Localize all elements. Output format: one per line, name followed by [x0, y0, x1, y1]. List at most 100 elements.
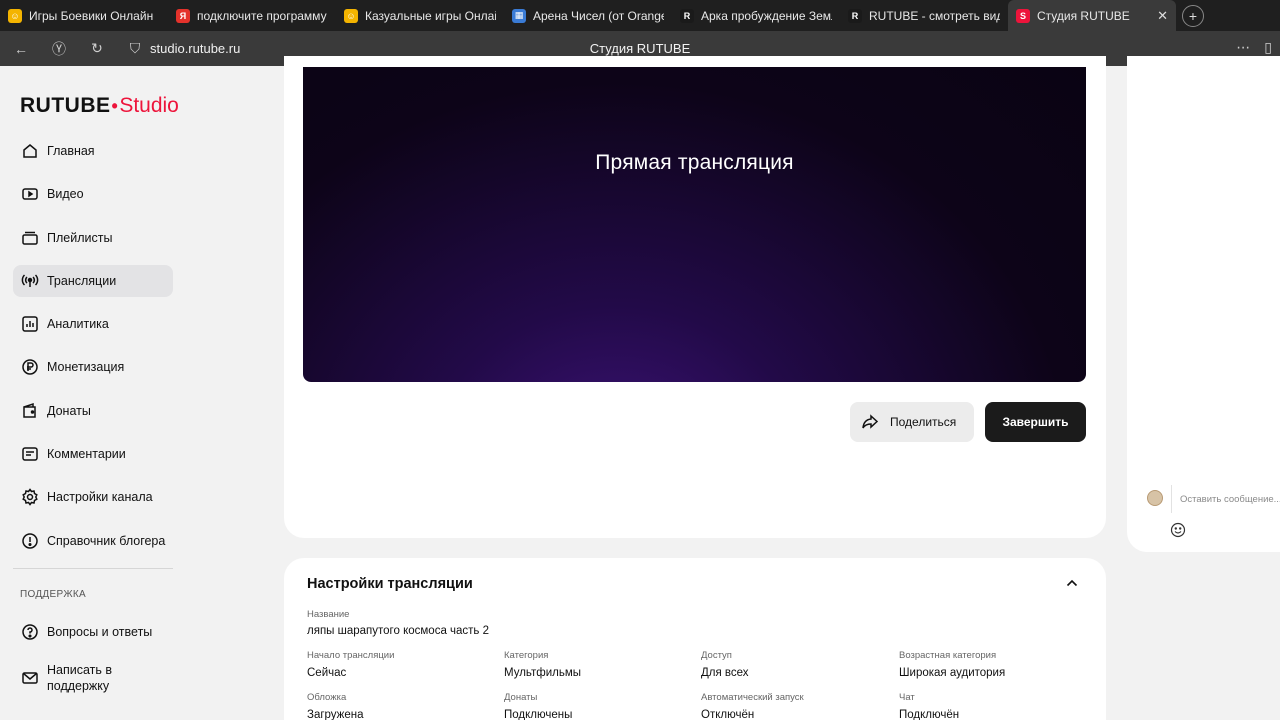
settings-title: Настройки трансляции	[307, 576, 473, 592]
browser-tab-bar: ☺ Игры Боевики Онлайн Я подключите прогр…	[0, 0, 1280, 31]
tab-label: RUTUBE - смотреть видео	[869, 8, 1000, 23]
url-field[interactable]: studio.rutube.ru	[150, 41, 240, 56]
share-label: Поделиться	[890, 415, 957, 429]
end-broadcast-button[interactable]: Завершить	[985, 402, 1086, 442]
tab-favicon-icon: ☺	[344, 8, 358, 23]
settings-field: Возрастная категория Широкая аудитория	[899, 650, 1005, 680]
sidebar-item-playlists[interactable]: Плейлисты	[13, 222, 173, 254]
settings-field: Доступ Для всех	[701, 650, 749, 680]
settings-field: Донаты Подключены	[504, 692, 572, 720]
tab-label: Казуальные игры Онлай	[365, 8, 496, 23]
settings-field: Начало трансляции Сейчас	[307, 650, 394, 680]
gear-icon	[21, 488, 39, 507]
field-label: Название	[307, 609, 350, 620]
browser-tab[interactable]: R Арка пробуждение Земл	[672, 0, 840, 31]
field-label: Доступ	[701, 650, 732, 661]
back-icon[interactable]: ←	[12, 41, 30, 57]
tab-favicon-icon: R	[848, 8, 862, 23]
mail-icon	[21, 669, 39, 687]
logo[interactable]: RUTUBE • Studio	[20, 94, 179, 118]
support-section-label: ПОДДЕРЖКА	[20, 588, 86, 600]
sidebar-item-donations[interactable]: Донаты	[13, 395, 173, 427]
field-value: ляпы шарапутого космоса часть 2	[307, 625, 490, 637]
sidebar-item-analytics[interactable]: Аналитика	[13, 308, 173, 340]
sidebar-item-home[interactable]: Главная	[13, 135, 173, 167]
comments-icon	[21, 445, 39, 463]
tab-favicon-icon: Я	[176, 8, 190, 23]
logo-suffix: Studio	[119, 94, 179, 117]
sidebar-divider	[13, 567, 173, 569]
new-tab-icon[interactable]: +	[1182, 4, 1204, 27]
sidebar-item-label: Трансляции	[47, 273, 117, 288]
tab-label: Арена Чисел (от Orange F	[533, 8, 664, 23]
settings-field: Категория Мультфильмы	[504, 650, 581, 680]
wallet-icon	[21, 402, 39, 420]
browser-tab[interactable]: R RUTUBE - смотреть видео	[840, 0, 1008, 31]
sidebar-item-blogger-guide[interactable]: Справочник блогера	[13, 525, 173, 557]
broadcast-icon	[21, 272, 39, 290]
sidebar-item-broadcasts[interactable]: Трансляции	[13, 264, 173, 297]
reload-icon[interactable]: ↻	[88, 40, 106, 57]
chat-message-input[interactable]: Оставить сообщение...	[1171, 485, 1280, 513]
sidebar-item-label: Монетизация	[47, 360, 125, 375]
browser-tab-active[interactable]: S Студия RUTUBE ✕	[1008, 0, 1176, 31]
field-value: Подключён	[899, 709, 960, 720]
field-label: Возрастная категория	[899, 650, 997, 661]
logo-brand: RUTUBE	[20, 94, 111, 117]
sidebar-item-label: Настройки канала	[47, 490, 153, 505]
tab-label: Игры Боевики Онлайн	[29, 8, 154, 23]
tab-favicon-icon: ☺	[8, 8, 22, 23]
sidebar-item-monetization[interactable]: Монетизация	[13, 351, 173, 383]
tab-label: Арка пробуждение Земл	[701, 8, 832, 23]
sidebar-item-label: Плейлисты	[47, 230, 113, 245]
more-icon[interactable]: ⋯	[1236, 39, 1250, 56]
sidebar: Главная Видео Плейлисты Трансляции Анали…	[13, 135, 173, 709]
avatar	[1147, 490, 1163, 506]
browser-tab[interactable]: Я подключите программу д	[168, 0, 336, 31]
field-label: Начало трансляции	[307, 650, 395, 661]
emoji-icon[interactable]	[1170, 522, 1186, 538]
help-icon	[21, 532, 39, 550]
sidebar-item-video[interactable]: Видео	[13, 178, 173, 210]
settings-field-name: Название ляпы шарапутого космоса часть 2	[307, 609, 489, 638]
close-icon[interactable]: ✕	[1157, 8, 1168, 24]
sidebar-item-label: Написать в поддержку	[47, 663, 113, 694]
broadcast-settings-card: Настройки трансляции Название ляпы шарап…	[284, 558, 1106, 720]
field-value: Сейчас	[307, 667, 347, 679]
share-button[interactable]: Поделиться	[850, 402, 974, 442]
settings-field: Чат Подключён	[899, 692, 959, 720]
tab-label: подключите программу д	[197, 8, 328, 23]
field-value: Широкая аудитория	[899, 667, 1006, 679]
sidebar-item-label: Донаты	[47, 403, 91, 418]
tab-favicon-icon: R	[680, 8, 694, 23]
settings-field: Автоматический запуск Отключён	[701, 692, 804, 720]
broadcast-player-card: Прямая трансляция Поделиться Завершить	[284, 56, 1106, 538]
home-icon	[21, 142, 39, 160]
yandex-icon[interactable]: Ⓨ	[50, 39, 68, 59]
logo-dot-icon: •	[111, 96, 119, 116]
sidebar-item-channel-settings[interactable]: Настройки канала	[13, 481, 173, 513]
bookmark-icon[interactable]: ▯	[1264, 39, 1272, 56]
field-label: Обложка	[307, 692, 347, 703]
field-value: Отключён	[701, 709, 755, 720]
chevron-up-icon[interactable]	[1065, 576, 1079, 590]
video-player[interactable]: Прямая трансляция	[303, 67, 1086, 382]
sidebar-item-label: Комментарии	[47, 447, 126, 462]
shield-icon[interactable]: ⛉	[126, 40, 144, 57]
video-icon	[21, 185, 39, 203]
browser-tab[interactable]: ☺ Казуальные игры Онлай	[336, 0, 504, 31]
sidebar-item-comments[interactable]: Комментарии	[13, 438, 173, 470]
sidebar-item-label: Аналитика	[47, 317, 109, 332]
sidebar-item-label: Видео	[47, 187, 84, 202]
browser-tab[interactable]: ☺ Игры Боевики Онлайн	[0, 0, 168, 31]
browser-tab[interactable]: ▦ Арена Чисел (от Orange F	[504, 0, 672, 31]
sidebar-item-faq[interactable]: Вопросы и ответы	[13, 616, 173, 648]
field-label: Чат	[899, 692, 915, 703]
field-value: Загружена	[307, 709, 364, 720]
analytics-icon	[21, 315, 39, 333]
sidebar-item-label: Главная	[47, 144, 95, 158]
field-label: Автоматический запуск	[701, 692, 804, 703]
player-title: Прямая трансляция	[595, 151, 794, 174]
sidebar-item-contact-support[interactable]: Написать в поддержку	[13, 659, 173, 697]
field-label: Категория	[504, 650, 549, 661]
